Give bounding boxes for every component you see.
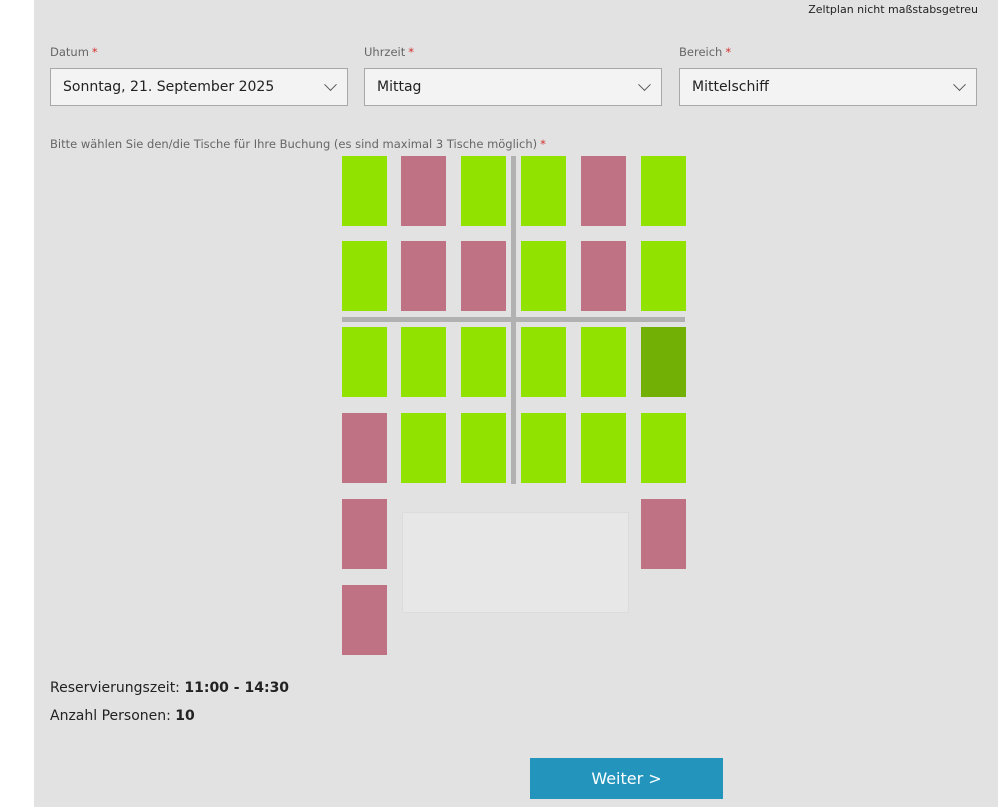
table-booked bbox=[342, 499, 387, 569]
time-field: Uhrzeit * Mittag bbox=[364, 45, 662, 106]
required-marker: * bbox=[91, 45, 98, 59]
stage-area bbox=[402, 512, 629, 613]
table-booked bbox=[581, 156, 626, 226]
booking-panel: Zeltplan nicht maßstabsgetreu Datum * Son… bbox=[34, 0, 998, 807]
aisle-horizontal bbox=[342, 317, 685, 322]
table-free[interactable] bbox=[521, 327, 566, 397]
table-free[interactable] bbox=[581, 327, 626, 397]
table-free[interactable] bbox=[401, 327, 446, 397]
reservation-time-label: Reservierungszeit: bbox=[50, 680, 180, 696]
table-booked bbox=[641, 499, 686, 569]
time-select[interactable]: Mittag bbox=[364, 68, 662, 106]
table-booked bbox=[342, 585, 387, 655]
scale-note: Zeltplan nicht maßstabsgetreu bbox=[808, 3, 978, 16]
next-button[interactable]: Weiter > bbox=[530, 758, 723, 799]
table-free[interactable] bbox=[521, 156, 566, 226]
table-booked bbox=[401, 241, 446, 311]
table-free[interactable] bbox=[342, 156, 387, 226]
required-marker: * bbox=[540, 137, 546, 151]
table-selected[interactable] bbox=[641, 327, 686, 397]
table-booked bbox=[401, 156, 446, 226]
table-free[interactable] bbox=[521, 241, 566, 311]
aisle-vertical bbox=[511, 156, 516, 484]
table-free[interactable] bbox=[461, 413, 506, 483]
table-booked bbox=[342, 413, 387, 483]
persons-count: Anzahl Personen: 10 bbox=[50, 708, 195, 724]
table-booked bbox=[461, 241, 506, 311]
table-free[interactable] bbox=[342, 241, 387, 311]
time-value: Mittag bbox=[377, 79, 422, 95]
table-booked bbox=[581, 241, 626, 311]
date-value: Sonntag, 21. September 2025 bbox=[63, 79, 275, 95]
table-free[interactable] bbox=[342, 327, 387, 397]
table-free[interactable] bbox=[641, 156, 686, 226]
date-label: Datum * bbox=[50, 45, 98, 59]
tables-label: Bitte wählen Sie den/die Tische für Ihre… bbox=[50, 137, 546, 151]
chevron-down-icon bbox=[324, 77, 337, 91]
table-free[interactable] bbox=[641, 413, 686, 483]
required-marker: * bbox=[725, 45, 732, 59]
table-free[interactable] bbox=[461, 156, 506, 226]
area-label: Bereich * bbox=[679, 45, 732, 59]
date-select[interactable]: Sonntag, 21. September 2025 bbox=[50, 68, 348, 106]
persons-label: Anzahl Personen: bbox=[50, 708, 171, 724]
area-select[interactable]: Mittelschiff bbox=[679, 68, 977, 106]
table-free[interactable] bbox=[641, 241, 686, 311]
time-label: Uhrzeit * bbox=[364, 45, 414, 59]
area-value: Mittelschiff bbox=[692, 79, 769, 95]
required-marker: * bbox=[408, 45, 414, 59]
table-free[interactable] bbox=[581, 413, 626, 483]
chevron-down-icon bbox=[638, 77, 651, 91]
table-free[interactable] bbox=[401, 413, 446, 483]
chevron-down-icon bbox=[953, 77, 966, 91]
persons-value: 10 bbox=[175, 708, 195, 724]
date-field: Datum * Sonntag, 21. September 2025 bbox=[50, 45, 348, 106]
table-free[interactable] bbox=[521, 413, 566, 483]
reservation-time-value: 11:00 - 14:30 bbox=[184, 680, 290, 696]
table-free[interactable] bbox=[461, 327, 506, 397]
area-field: Bereich * Mittelschiff bbox=[679, 45, 977, 106]
reservation-time: Reservierungszeit: 11:00 - 14:30 bbox=[50, 680, 289, 696]
